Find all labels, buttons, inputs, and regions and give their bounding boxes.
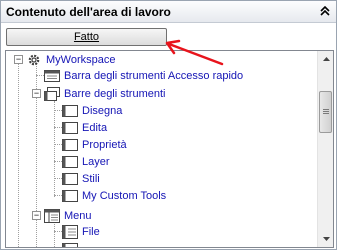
tree-item-label: Layer	[82, 155, 110, 168]
tree-item-label: Stili	[82, 172, 100, 185]
done-button-label: Fatto	[73, 31, 100, 43]
tree-item-disegna[interactable]: Disegna	[62, 102, 122, 119]
toolbars-icon	[44, 86, 60, 101]
tree-connector	[18, 63, 19, 247]
done-button[interactable]: Fatto	[6, 28, 167, 46]
tree-connector	[54, 101, 55, 197]
tree-item-stili[interactable]: Stili	[62, 170, 100, 187]
tree-item-label: Disegna	[82, 104, 123, 117]
workspace-tree[interactable]: − MyWorkspace Barra degli strumenti Acce…	[5, 50, 334, 248]
tree-item-label: Barre degli strumenti	[64, 87, 166, 100]
collapse-toggle[interactable]: −	[32, 211, 41, 220]
double-chevron-up-icon[interactable]	[318, 4, 332, 18]
tree-item-toolbars[interactable]: Barre degli strumenti	[44, 85, 166, 102]
tree-item-menu[interactable]: Menu	[44, 207, 92, 224]
toolbar-icon	[44, 69, 60, 83]
collapse-toggle[interactable]: −	[14, 55, 23, 64]
panel-title: Contenuto dell'area di lavoro	[6, 5, 171, 19]
tree-connector	[54, 127, 62, 128]
toolbar-icon	[62, 121, 78, 135]
toolbar-icon	[62, 172, 78, 186]
tree-item-my-custom-tools[interactable]: My Custom Tools	[62, 187, 166, 204]
tree-item-label: Menu	[64, 209, 92, 222]
tree-connector	[54, 144, 62, 145]
scroll-down-button[interactable]	[318, 231, 333, 247]
tree-item-label: File	[82, 225, 100, 238]
arrow-up-icon	[322, 57, 330, 61]
toolbar-icon	[62, 189, 78, 203]
tree-item-label: Barra degli strumenti Accesso rapido	[64, 69, 244, 82]
tree-item-label: My Custom Tools	[82, 189, 167, 202]
tree-item-quick-access-toolbar[interactable]: Barra degli strumenti Accesso rapido	[44, 67, 243, 84]
tree-list: − MyWorkspace Barra degli strumenti Acce…	[6, 51, 318, 247]
tree-item-myworkspace[interactable]: MyWorkspace	[26, 51, 115, 68]
tree-item-layer[interactable]: Layer	[62, 153, 110, 170]
toolbar-icon	[62, 104, 78, 118]
tree-connector	[54, 231, 62, 232]
tree-item-file[interactable]: File	[62, 223, 100, 240]
tree-connector	[36, 91, 37, 247]
panel-toolbar: Fatto	[1, 23, 336, 49]
tree-item-label: Edita	[82, 121, 108, 134]
tree-item-label: Proprietà	[82, 138, 127, 151]
tree-item-label: MyWorkspace	[46, 53, 116, 66]
tree-item-partial[interactable]	[62, 241, 78, 247]
tree-connector	[54, 161, 62, 162]
tree-connector	[54, 195, 62, 196]
scroll-up-button[interactable]	[318, 51, 333, 67]
workspace-contents-panel: Contenuto dell'area di lavoro Fatto − My…	[0, 0, 337, 250]
menu-item-icon	[62, 224, 78, 239]
tree-item-edita[interactable]: Edita	[62, 119, 107, 136]
tree-item-proprieta[interactable]: Proprietà	[62, 136, 127, 153]
collapse-toggle[interactable]: −	[32, 89, 41, 98]
panel-header: Contenuto dell'area di lavoro	[1, 1, 336, 23]
arrow-down-icon	[322, 237, 330, 241]
scrollbar-thumb[interactable]	[319, 91, 332, 133]
gear-icon	[26, 53, 42, 67]
toolbar-icon	[62, 138, 78, 152]
toolbar-icon	[62, 155, 78, 169]
tree-connector	[36, 75, 44, 76]
menu-icon	[44, 208, 60, 223]
menu-item-icon	[62, 242, 78, 247]
tree-connector	[54, 110, 62, 111]
vertical-scrollbar[interactable]	[317, 51, 333, 247]
tree-connector	[54, 178, 62, 179]
